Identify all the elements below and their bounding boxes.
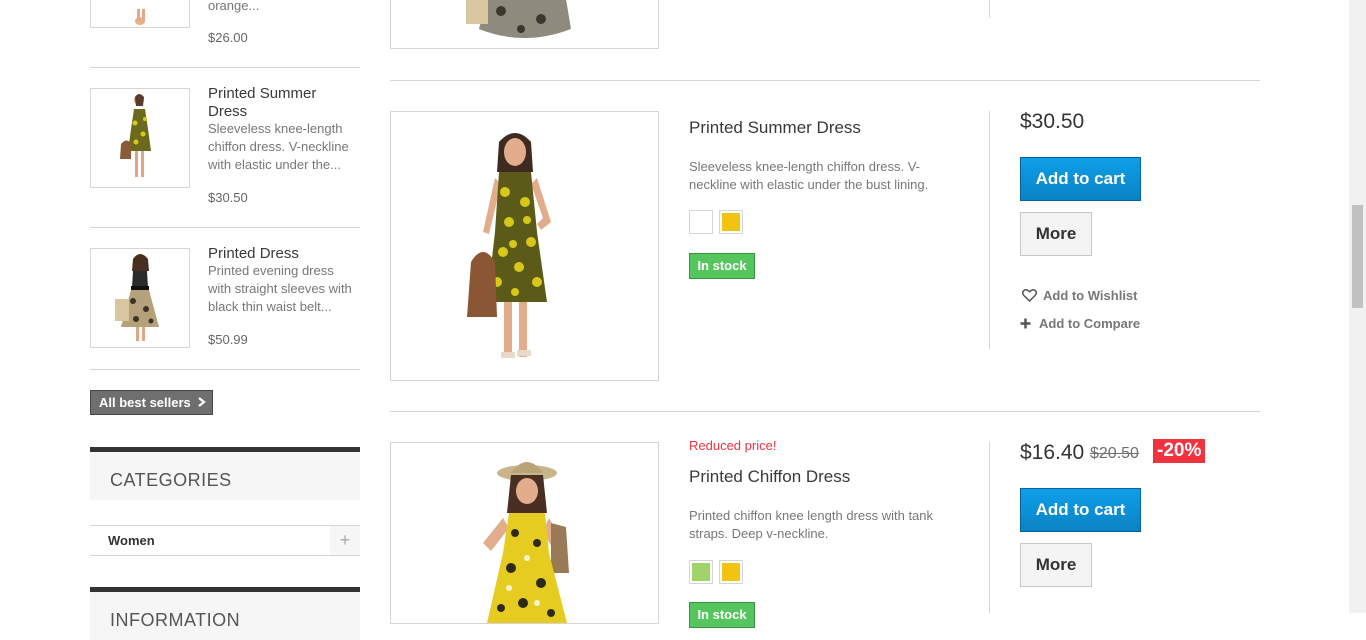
all-best-sellers-button[interactable]: All best sellers [90,390,213,415]
divider [90,369,360,370]
divider [90,227,360,228]
category-item-women[interactable]: Women + [90,525,360,556]
column-divider [989,111,990,349]
column-divider [989,0,990,18]
more-button[interactable]: More [1020,212,1092,256]
color-swatch-yellow[interactable] [719,560,743,584]
wishlist-label: Add to Wishlist [1043,288,1138,303]
product-description: Sleeveless knee-length chiffon dress. V-… [689,159,929,192]
stock-badge: In stock [689,602,755,628]
product-description: Sleeveless knee-length chiffon dress. V-… [208,121,349,172]
color-swatch-white[interactable] [689,210,713,234]
product-description: Printed chiffon knee length dress with t… [689,508,934,541]
discount-badge: -20% [1153,439,1206,463]
all-best-sellers-label: All best sellers [99,395,191,410]
more-button[interactable]: More [1020,543,1092,587]
product-thumbnail[interactable] [90,88,190,188]
product-divider [390,80,1260,81]
product-title[interactable]: Printed Summer Dress [208,85,358,121]
product-price: $30.50 [1020,110,1085,133]
categories-heading: CATEGORIES [90,447,360,500]
color-swatch-green[interactable] [689,560,713,584]
product-price: $26.00 [208,30,248,45]
heart-icon [1021,289,1038,305]
product-image[interactable] [390,442,659,624]
reduced-price-label: Reduced price! [689,438,777,453]
category-label[interactable]: Women [108,533,155,548]
product-thumbnail[interactable] [90,248,190,348]
product-price: $50.99 [208,332,248,347]
scrollbar[interactable] [1349,0,1366,613]
add-to-cart-button[interactable]: Add to cart [1020,488,1141,532]
plus-icon [1020,317,1031,332]
add-to-cart-button[interactable]: Add to cart [1020,157,1141,201]
column-divider [989,442,990,613]
expand-icon[interactable]: + [330,526,360,555]
product-thumbnail[interactable] [90,0,190,28]
product-name[interactable]: Printed Summer Dress [689,118,861,138]
chevron-right-icon [198,391,207,414]
old-price: $20.50 [1090,445,1139,462]
stock-badge: In stock [689,253,755,279]
product-price: $30.50 [208,190,248,205]
product-description: orange... [208,0,260,13]
product-name[interactable]: Printed Chiffon Dress [689,467,850,487]
divider [90,67,360,68]
product-divider [390,411,1260,412]
information-heading: INFORMATION [90,587,360,640]
product-description: Printed evening dress with straight slee… [208,263,352,314]
color-swatch-yellow[interactable] [719,210,743,234]
scrollbar-thumb[interactable] [1352,205,1363,308]
product-price: $16.40 [1020,441,1085,464]
product-image[interactable] [390,0,659,49]
add-to-wishlist-link[interactable]: Add to Wishlist [1021,288,1138,305]
compare-label: Add to Compare [1039,316,1141,331]
product-title[interactable]: Printed Dress [208,245,358,263]
product-image[interactable] [390,111,659,381]
add-to-compare-link[interactable]: Add to Compare [1020,316,1140,332]
